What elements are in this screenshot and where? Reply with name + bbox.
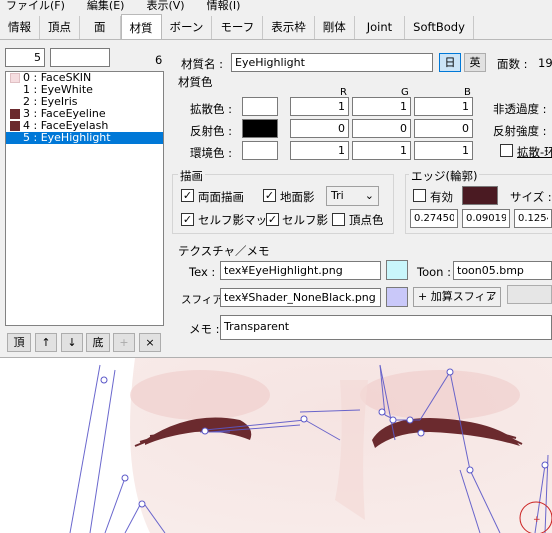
specular-label: 反射色 : [190, 124, 233, 138]
menu-view[interactable]: 表示(V) [146, 0, 184, 14]
sphere-add-checkbox[interactable] [500, 144, 513, 157]
color-swatch [10, 97, 20, 107]
material-count: 6 [155, 53, 163, 67]
color-swatch [10, 85, 20, 95]
material-name-label: 材質名 : [181, 57, 224, 71]
tab-bar: 情報 頂点 面 材質 ボーン モーフ 表示枠 剛体 Joint SoftBody [0, 14, 552, 40]
edge-size-label: サイズ : [510, 190, 552, 204]
color-swatch [10, 73, 20, 83]
tab-morph[interactable]: モーフ [212, 16, 264, 39]
ground-shadow-label: 地面影 [280, 190, 315, 204]
list-item-selected[interactable]: 5 : EyeHighlight [6, 132, 163, 144]
menu-edit[interactable]: 編集(E) [87, 0, 125, 14]
sphere-path-field[interactable] [220, 288, 381, 307]
tex-color-swatch[interactable] [386, 260, 408, 280]
color-swatch [10, 109, 20, 119]
specular-r-field[interactable] [290, 119, 349, 138]
lang-en-button[interactable]: 英 [464, 53, 486, 72]
tab-joint[interactable]: Joint [354, 16, 406, 39]
tab-material[interactable]: 材質 [120, 14, 162, 39]
material-index-field[interactable] [5, 48, 45, 67]
add-material-button[interactable]: + [113, 333, 135, 352]
lang-jp-button[interactable]: 日 [439, 53, 461, 72]
move-bottom-button[interactable]: 底 [86, 333, 110, 352]
diffuse-g-field[interactable] [352, 97, 411, 116]
ambient-b-field[interactable] [414, 141, 473, 160]
shininess-label: 反射強度 : [493, 124, 547, 138]
vertex-color-checkbox[interactable] [332, 213, 345, 226]
diffuse-label: 拡散色 : [190, 102, 233, 116]
edge-header: エッジ(輪郭) [409, 168, 480, 184]
toon-label: Toon : [417, 265, 451, 279]
vertex-color-label: 頂点色 [349, 213, 384, 227]
face-count-value: 192 [538, 56, 552, 70]
diffuse-b-field[interactable] [414, 97, 473, 116]
tab-softbody[interactable]: SoftBody [405, 16, 474, 39]
tab-bone[interactable]: ボーン [161, 16, 213, 39]
color-swatch [10, 121, 20, 131]
move-up-button[interactable]: ↑ [35, 333, 57, 352]
texture-header: テクスチャ／メモ [178, 244, 270, 258]
specular-color-swatch[interactable] [242, 119, 278, 138]
move-top-button[interactable]: 頂 [7, 333, 31, 352]
face-count-label: 面数 : [497, 57, 528, 71]
specular-b-field[interactable] [414, 119, 473, 138]
tex-label: Tex : [189, 265, 216, 279]
chevron-down-icon: ⌄ [364, 189, 374, 202]
primitive-dropdown[interactable]: Tri ⌄ [326, 186, 379, 206]
ambient-g-field[interactable] [352, 141, 411, 160]
opacity-label: 非透過度 : [493, 102, 547, 116]
sphere-extra-button[interactable] [507, 285, 552, 304]
edge-enabled-checkbox[interactable] [413, 189, 426, 202]
sphere-color-swatch[interactable] [386, 287, 408, 307]
edge-enabled-label: 有効 [430, 190, 453, 204]
ambient-r-field[interactable] [290, 141, 349, 160]
move-down-button[interactable]: ↓ [61, 333, 83, 352]
tab-display-frame[interactable]: 表示枠 [263, 16, 315, 39]
drawing-header: 描画 [178, 168, 205, 184]
menu-file[interactable]: ファイル(F) [6, 0, 65, 14]
ambient-label: 環境色 : [190, 146, 233, 160]
sphere-mode-dropdown[interactable]: + 加算スフィア ⌄ [413, 287, 501, 307]
menu-info[interactable]: 情報(I) [207, 0, 241, 14]
tex-path-field[interactable] [220, 261, 381, 280]
edge-color-swatch[interactable] [462, 186, 498, 205]
double-sided-checkbox[interactable]: ✓ [181, 189, 194, 202]
material-filter-field[interactable] [50, 48, 110, 67]
material-name-field[interactable] [231, 53, 433, 72]
ground-shadow-checkbox[interactable]: ✓ [263, 189, 276, 202]
chevron-down-icon: ⌄ [486, 290, 496, 303]
material-list[interactable]: 0 : FaceSKIN 1 : EyeWhite 2 : EyeIris 3 … [5, 71, 164, 326]
diffuse-r-field[interactable] [290, 97, 349, 116]
delete-material-button[interactable]: × [139, 333, 161, 352]
viewport-render: + [0, 358, 552, 533]
self-shadow-map-checkbox[interactable]: ✓ [181, 213, 194, 226]
edge-r-field[interactable] [410, 209, 458, 228]
menu-bar: ファイル(F) 編集(E) 表示(V) 情報(I) [0, 0, 552, 14]
double-sided-label: 両面描画 [198, 190, 244, 204]
self-shadow-checkbox[interactable]: ✓ [266, 213, 279, 226]
material-color-header: 材質色 [178, 75, 213, 89]
toon-field[interactable] [453, 261, 552, 280]
specular-g-field[interactable] [352, 119, 411, 138]
memo-label: メモ : [189, 322, 220, 336]
sphere-add-label: 拡散-环 [517, 145, 552, 159]
diffuse-color-swatch[interactable] [242, 97, 278, 116]
self-shadow-label: セルフ影 [282, 213, 328, 227]
tab-face[interactable]: 面 [80, 16, 121, 39]
color-swatch [10, 133, 20, 143]
tab-rigidbody[interactable]: 剛体 [314, 16, 355, 39]
edge-g-field[interactable] [462, 209, 510, 228]
viewport-3d[interactable]: + [0, 358, 552, 533]
svg-text:+: + [533, 515, 541, 525]
ambient-color-swatch[interactable] [242, 141, 278, 160]
edge-b-field[interactable] [514, 209, 552, 228]
memo-field[interactable]: Transparent [220, 315, 552, 340]
tab-info[interactable]: 情報 [0, 16, 40, 39]
tab-vertex[interactable]: 頂点 [40, 16, 80, 39]
